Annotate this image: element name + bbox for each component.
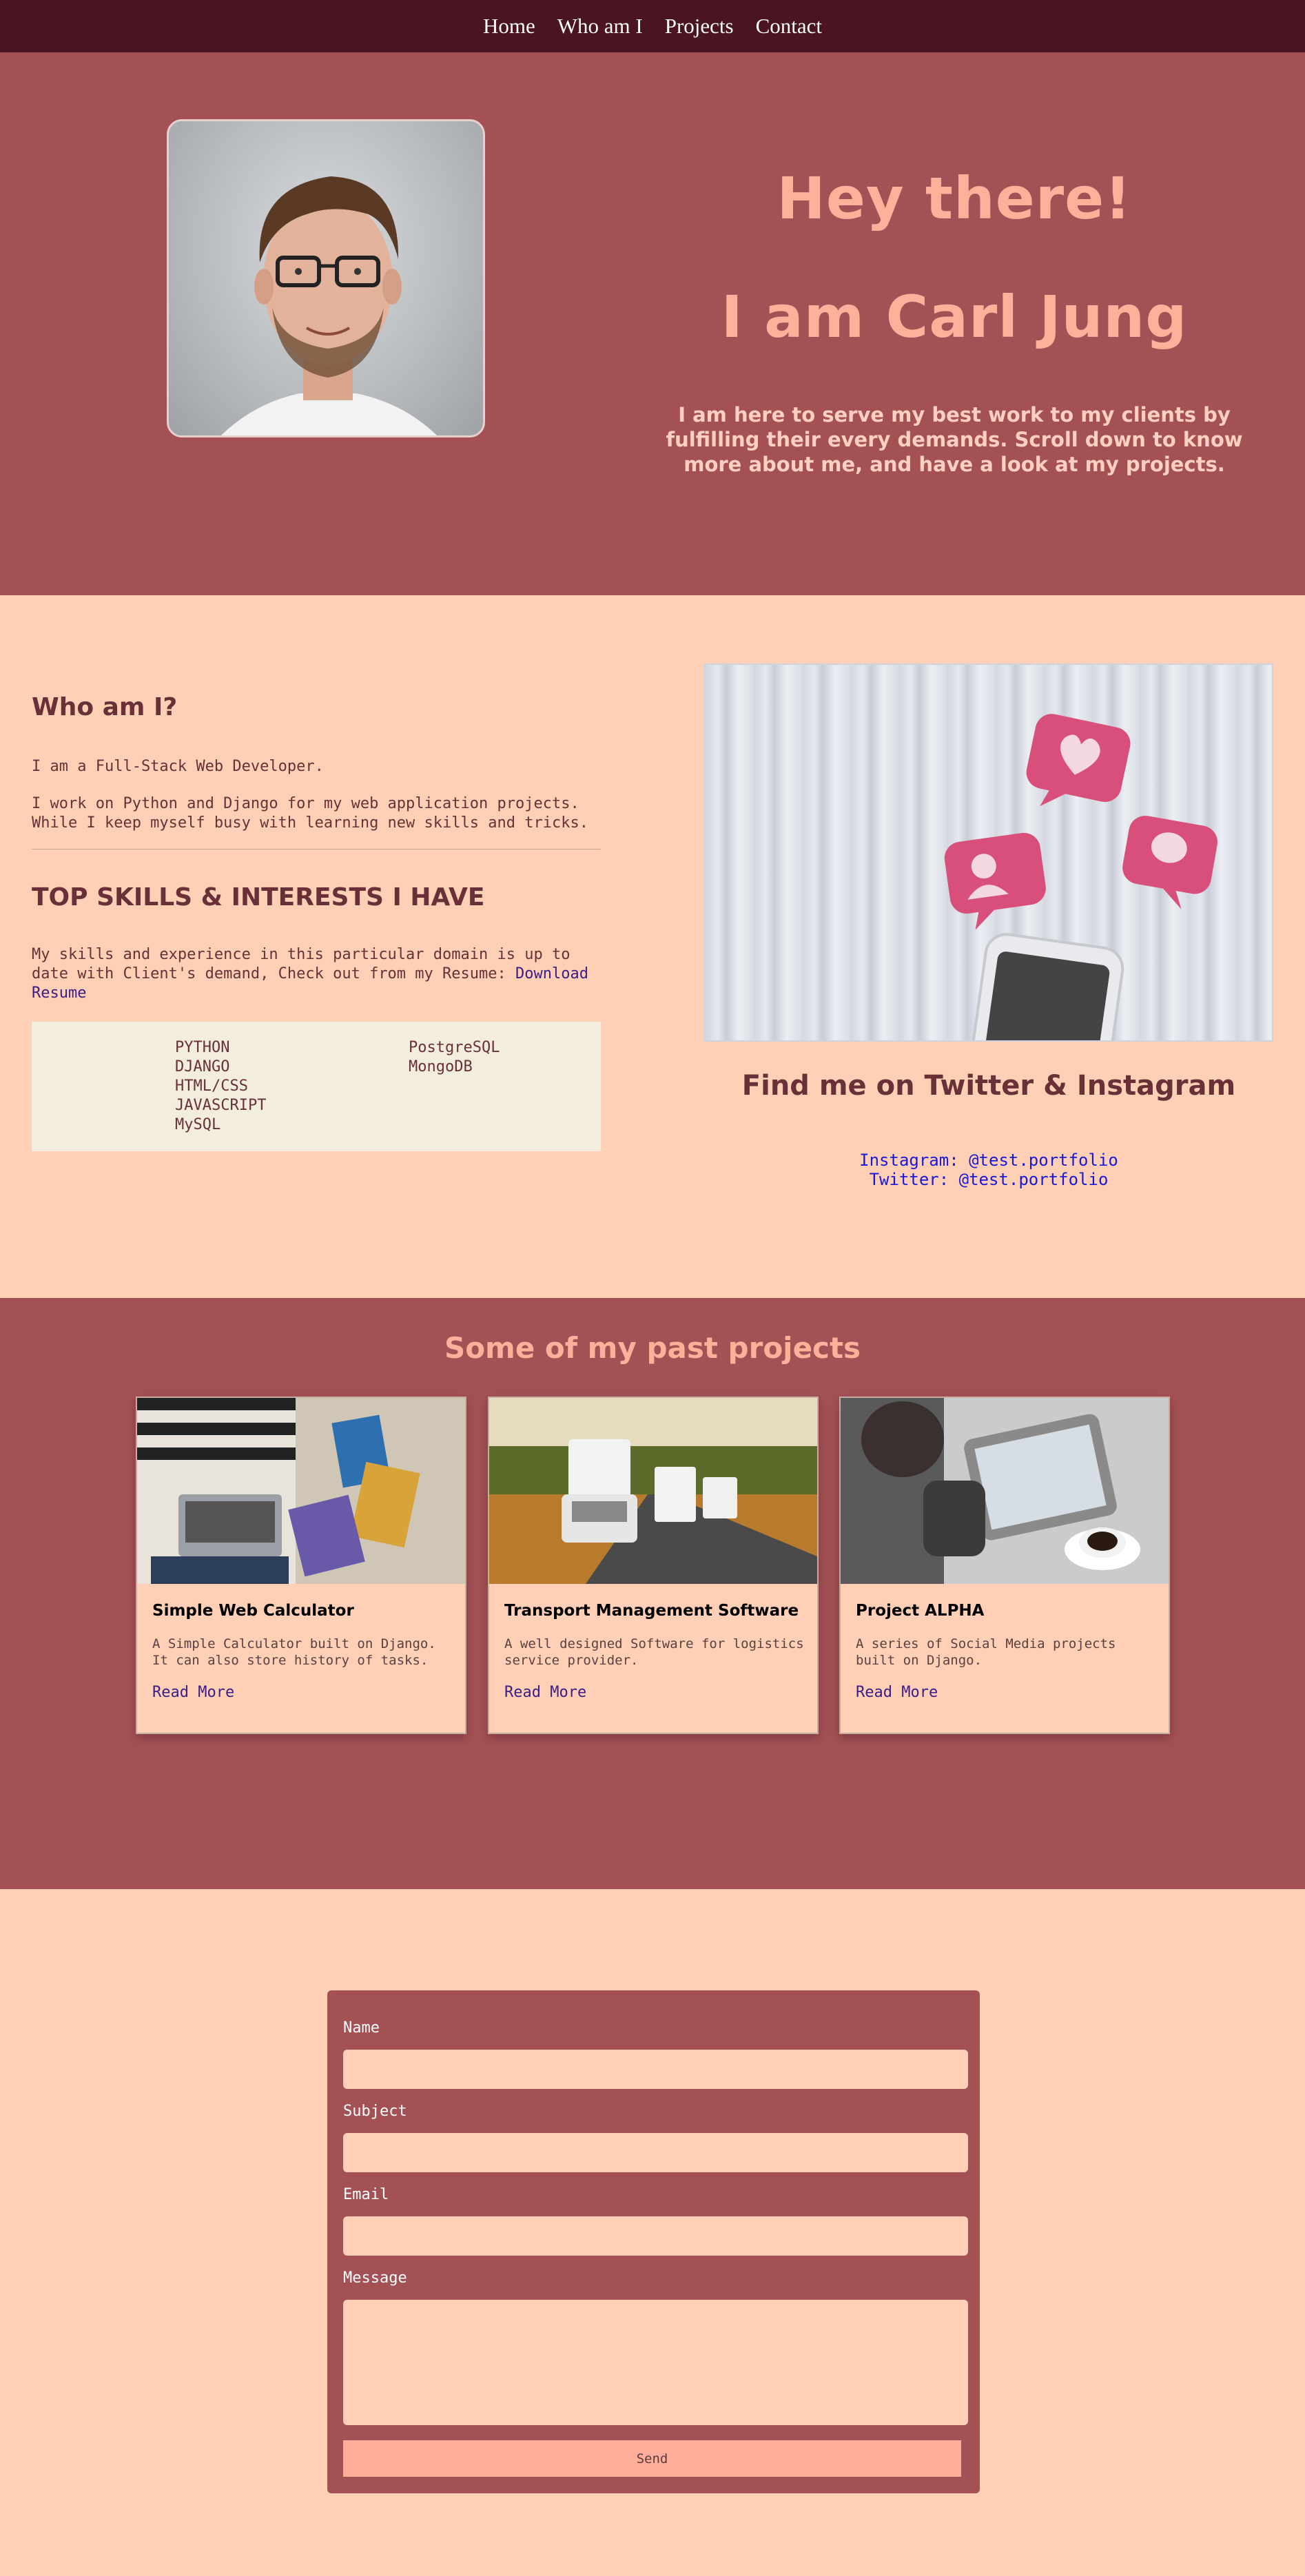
skill-item: DJANGO bbox=[175, 1058, 230, 1075]
project-image-tablet bbox=[841, 1398, 1169, 1584]
read-more-link[interactable]: Read More bbox=[504, 1684, 586, 1701]
project-image-laptop bbox=[137, 1398, 465, 1584]
about-intro-text: I am a Full-Stack Web Developer. bbox=[32, 758, 324, 775]
twitter-link[interactable]: Twitter: @test.portfolio bbox=[704, 1170, 1273, 1189]
skill-item: MySQL bbox=[175, 1116, 221, 1133]
project-card: Simple Web Calculator A Simple Calculato… bbox=[136, 1397, 466, 1734]
name-field[interactable] bbox=[343, 2050, 968, 2089]
social-media-image bbox=[704, 663, 1273, 1042]
about-detail-text: I work on Python and Django for my web a… bbox=[32, 795, 588, 832]
skills-column-1: PYTHON DJANGO HTML/CSS JAVASCRIPT MySQL bbox=[175, 1038, 266, 1135]
projects-heading: Some of my past projects bbox=[444, 1331, 861, 1365]
project-card: Project ALPHA A series of Social Media p… bbox=[839, 1397, 1170, 1734]
project-title: Transport Management Software bbox=[504, 1602, 799, 1620]
skills-list-box: PYTHON DJANGO HTML/CSS JAVASCRIPT MySQL … bbox=[32, 1022, 601, 1151]
skills-column-2: PostgreSQL MongoDB bbox=[409, 1038, 500, 1077]
project-image-trucks bbox=[489, 1398, 817, 1584]
hero-section: Hey there! I am Carl Jung I am here to s… bbox=[0, 52, 1305, 595]
skill-item: PYTHON bbox=[175, 1039, 230, 1056]
skills-text: My skills and experience in this particu… bbox=[32, 945, 604, 1003]
hero-greeting: Hey there! bbox=[777, 165, 1132, 232]
project-description: A well designed Software for logistics s… bbox=[504, 1636, 804, 1668]
send-button[interactable]: Send bbox=[343, 2440, 961, 2477]
read-more-link[interactable]: Read More bbox=[152, 1684, 234, 1701]
social-heading: Find me on Twitter & Instagram bbox=[741, 1070, 1236, 1102]
project-description: A Simple Calculator built on Django. It … bbox=[152, 1636, 436, 1668]
nav-projects-link[interactable]: Projects bbox=[665, 14, 734, 39]
nav-who-am-i-link[interactable]: Who am I bbox=[557, 14, 643, 39]
project-title: Project ALPHA bbox=[856, 1602, 985, 1620]
email-label: Email bbox=[343, 2186, 389, 2203]
email-field[interactable] bbox=[343, 2216, 968, 2256]
subject-label: Subject bbox=[343, 2103, 407, 2120]
skills-heading: TOP SKILLS & INTERESTS I HAVE bbox=[32, 883, 485, 911]
skill-item: PostgreSQL bbox=[409, 1039, 500, 1056]
instagram-link[interactable]: Instagram: @test.portfolio bbox=[704, 1151, 1273, 1170]
contact-form: Name Subject Email Message Send bbox=[327, 1990, 980, 2493]
read-more-link[interactable]: Read More bbox=[856, 1684, 938, 1701]
project-description: A series of Social Media projects built … bbox=[856, 1636, 1116, 1668]
hero-description: I am here to serve my best work to my cl… bbox=[666, 403, 1243, 476]
name-label: Name bbox=[343, 2019, 380, 2037]
hero-name: I am Carl Jung bbox=[721, 283, 1188, 351]
skill-item: MongoDB bbox=[409, 1058, 473, 1075]
message-field[interactable] bbox=[343, 2300, 968, 2425]
project-title: Simple Web Calculator bbox=[152, 1602, 354, 1620]
nav-contact-link[interactable]: Contact bbox=[756, 14, 822, 39]
skill-item: JAVASCRIPT bbox=[175, 1097, 267, 1114]
subject-field[interactable] bbox=[343, 2133, 968, 2172]
nav-home-link[interactable]: Home bbox=[483, 14, 535, 39]
skill-item: HTML/CSS bbox=[175, 1078, 248, 1095]
project-card: Transport Management Software A well des… bbox=[488, 1397, 819, 1734]
top-navigation: Home Who am I Projects Contact bbox=[0, 0, 1305, 52]
about-heading: Who am I? bbox=[32, 693, 178, 721]
skills-description: My skills and experience in this particu… bbox=[32, 946, 571, 982]
profile-photo bbox=[167, 119, 485, 437]
projects-section: Some of my past projects Simple Web Calc… bbox=[0, 1298, 1305, 1889]
message-label: Message bbox=[343, 2269, 407, 2287]
